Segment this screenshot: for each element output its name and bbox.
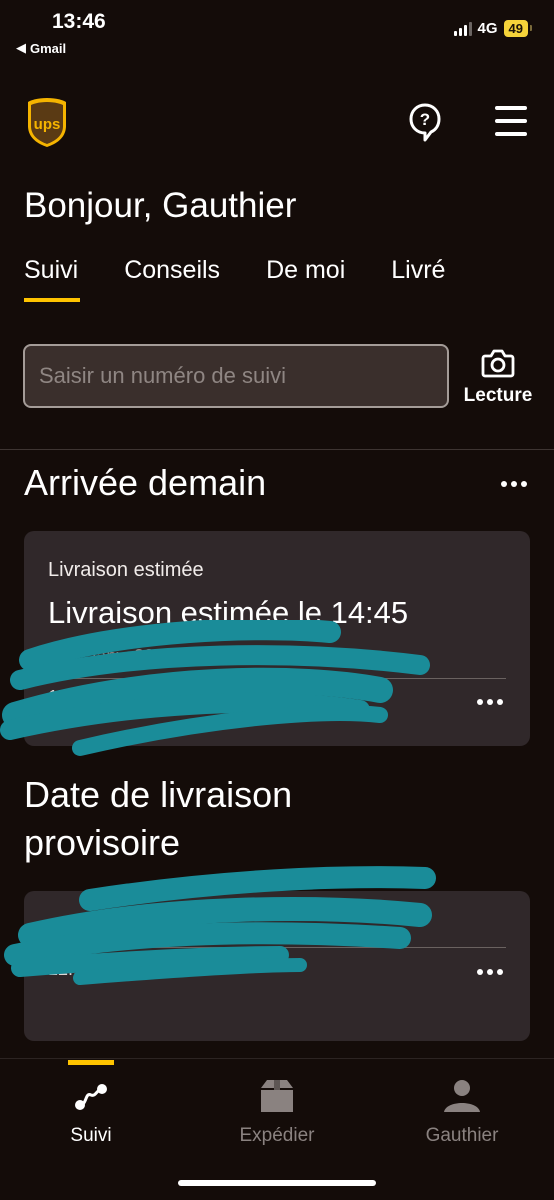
user-icon (444, 1080, 480, 1112)
nav-label: Expédier (239, 1125, 315, 1146)
nav-profile[interactable]: Gauthier (397, 1078, 527, 1147)
home-indicator (178, 1180, 376, 1186)
greeting-title: Bonjour, Gauthier (24, 186, 297, 225)
package-icon (261, 1080, 293, 1112)
nav-label: Gauthier (425, 1125, 499, 1146)
tracking-number: 12...94R... (48, 959, 132, 979)
menu-button[interactable] (495, 106, 527, 136)
bottom-nav-divider (0, 1058, 554, 1059)
divider (0, 449, 554, 450)
card-more-icon[interactable] (477, 969, 503, 975)
nav-suivi[interactable]: Suivi (26, 1078, 156, 1147)
ups-logo-text: ups (34, 116, 61, 133)
help-icon: ? (409, 103, 441, 142)
tracking-search-box (23, 344, 449, 408)
menu-bar (495, 119, 527, 123)
status-indicators: 4G 49 (453, 20, 533, 37)
card-divider (48, 947, 506, 948)
tab-conseils[interactable]: Conseils (124, 256, 220, 285)
shipment-card[interactable]: Livraison estimée Livraison estimée le 1… (24, 531, 530, 746)
section-title-arrivee: Arrivée demain (24, 462, 267, 503)
nav-label: Suivi (70, 1125, 112, 1146)
battery-level: 49 (508, 21, 523, 36)
scan-label: Lecture (463, 385, 533, 406)
svg-text:?: ? (420, 110, 430, 129)
shipment-card[interactable]: 12...94R... (24, 891, 530, 1041)
scan-button[interactable]: Lecture (458, 348, 538, 407)
card-title: Livraison estimée le 14:45 (48, 595, 409, 630)
card-more-icon[interactable] (477, 699, 503, 705)
battery-icon: 49 (503, 20, 533, 37)
ups-logo: ups (26, 96, 68, 148)
menu-bar (495, 132, 527, 136)
tab-suivi[interactable]: Suivi (24, 256, 81, 302)
card-meta: • D... janv. 20... : Corbeil Essonn... (48, 646, 322, 666)
signal-icon (453, 21, 472, 36)
card-label: Livraison estimée (48, 559, 204, 581)
tab-livre[interactable]: Livré (391, 256, 445, 285)
help-button[interactable]: ? (408, 102, 442, 142)
tracking-number: 17... (48, 687, 84, 707)
menu-bar (495, 106, 527, 110)
back-arrow-icon: ◀ (16, 40, 26, 55)
tab-bar: Suivi Conseils De moi Livré (24, 256, 491, 302)
route-icon (75, 1084, 107, 1110)
section-title-provisoire-line1: Date de livraison (24, 774, 293, 815)
card-divider (48, 678, 506, 679)
nav-expedier[interactable]: Expédier (212, 1078, 342, 1147)
status-time: 13:46 (52, 10, 106, 33)
network-type: 4G (477, 20, 498, 37)
active-nav-indicator (68, 1060, 114, 1065)
section-title-provisoire-line2: provisoire (24, 822, 181, 863)
back-app-label: Gmail (30, 40, 67, 56)
tracking-number-input[interactable] (25, 346, 447, 406)
camera-icon (481, 349, 515, 378)
section-more-icon[interactable] (501, 481, 527, 487)
back-to-app-link[interactable]: ◀ Gmail (16, 40, 66, 56)
tab-de-moi[interactable]: De moi (266, 256, 345, 285)
